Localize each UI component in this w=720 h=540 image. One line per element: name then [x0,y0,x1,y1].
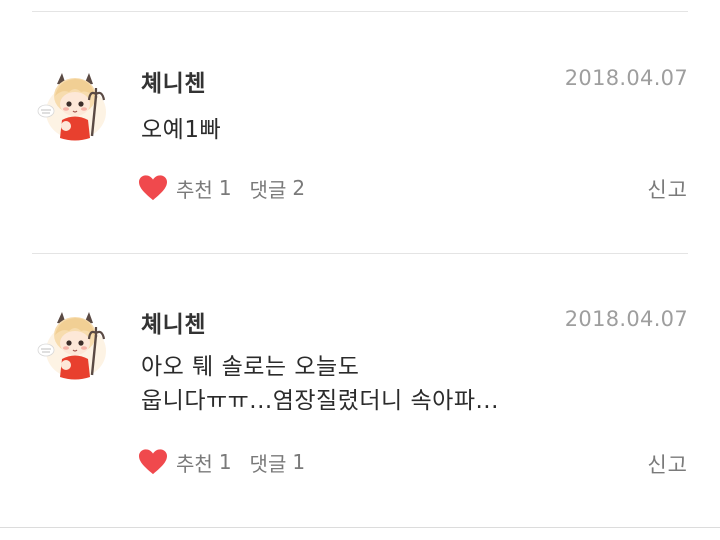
reply-label[interactable]: 댓글 [250,448,287,477]
like-count: 1 [218,176,232,200]
comment-body-line: 오예1빠 [141,117,222,143]
heart-icon[interactable] [138,174,168,202]
comment-body: 오예1빠 [141,113,661,147]
like-count: 1 [218,450,232,474]
divider-bottom [0,527,720,528]
report-button[interactable]: 신고 [647,449,688,479]
avatar[interactable] [36,66,114,144]
comment-date: 2018.04.07 [564,307,688,331]
comment-body: 아오 퉤 솔로는 오늘도 웁니다ㅠㅠ...염장질렸더니 속아파... [141,350,661,418]
reply-count: 2 [292,176,306,200]
comment-body-line: 웁니다ㅠㅠ...염장질렸더니 속아파... [141,388,499,414]
reply-count: 1 [292,450,306,474]
comment-date: 2018.04.07 [564,66,688,90]
heart-icon[interactable] [138,448,168,476]
like-label[interactable]: 추천 [176,174,213,203]
reply-label[interactable]: 댓글 [250,174,287,203]
comment-actions: 추천 1 댓글 2 [138,172,305,204]
like-label[interactable]: 추천 [176,448,213,477]
report-button[interactable]: 신고 [647,174,688,204]
comment-author[interactable]: 쳬니첸 [141,305,206,339]
comment-actions: 추천 1 댓글 1 [138,446,305,478]
comment-author[interactable]: 쳬니첸 [141,64,206,98]
comment-list: 쳬니첸 2018.04.07 오예1빠 추천 1 댓글 2 신고 쳬니첸 201… [0,0,720,540]
avatar[interactable] [36,305,114,383]
divider-top [32,11,688,12]
divider [32,253,688,254]
comment-body-line: 아오 퉤 솔로는 오늘도 [141,354,360,380]
